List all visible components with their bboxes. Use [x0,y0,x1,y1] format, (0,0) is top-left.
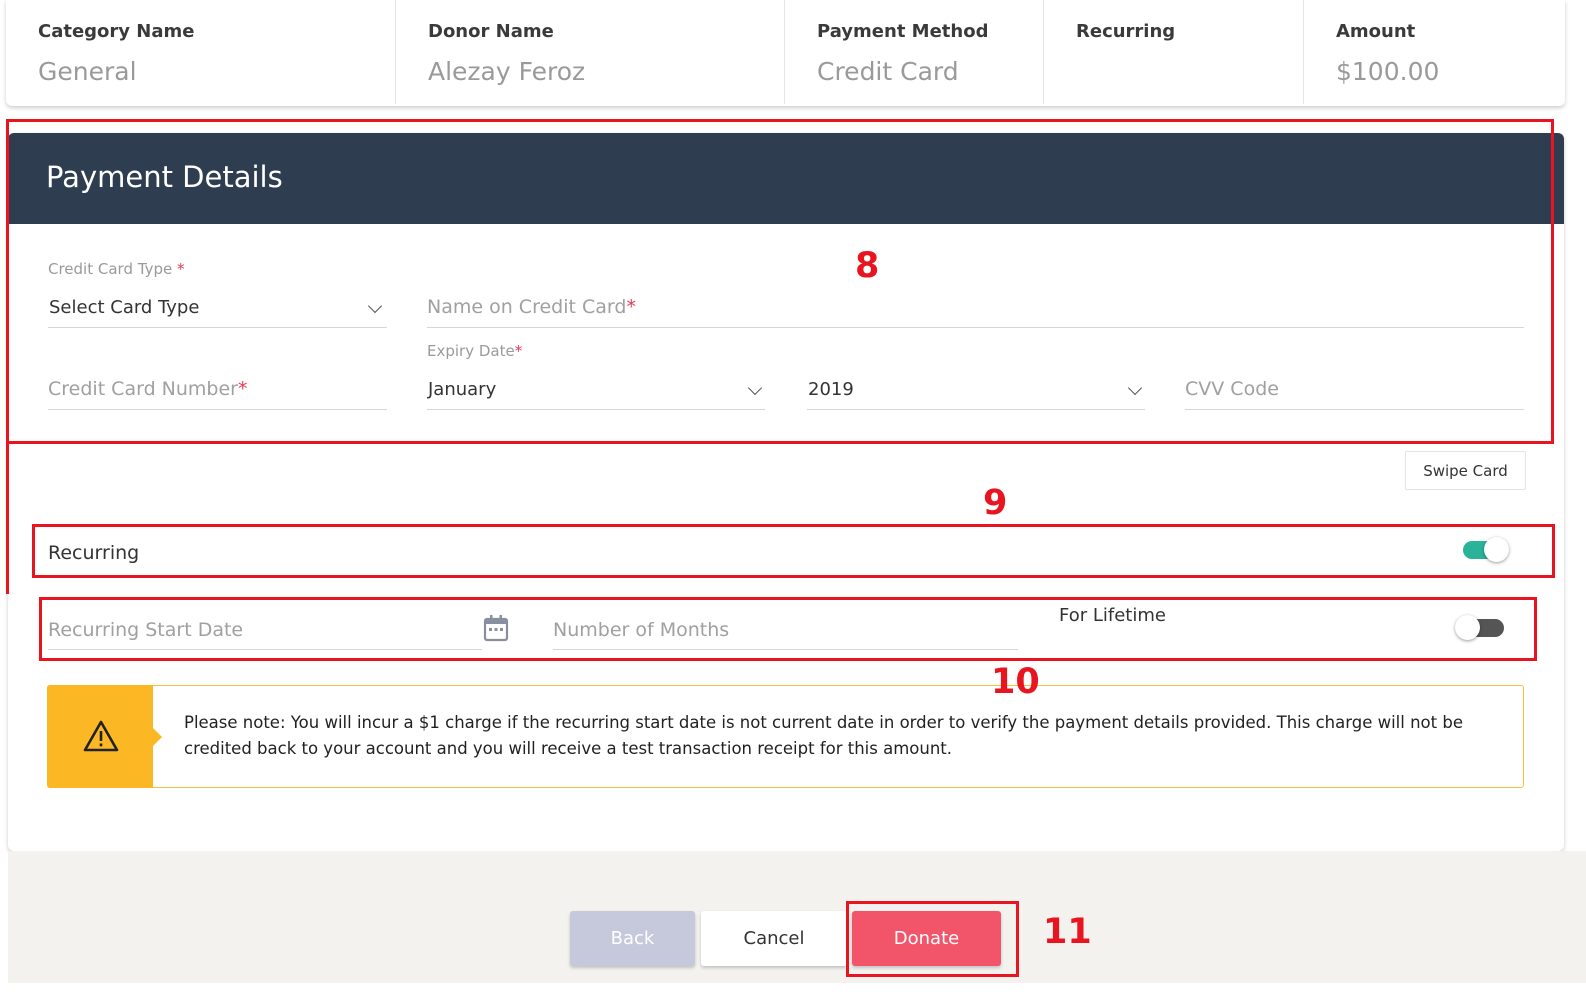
summary-payment-method: Payment Method Credit Card [784,0,1044,104]
annotation-number-8: 8 [855,246,880,286]
note-text: Please note: You will incur a $1 charge … [184,713,1463,758]
note-arrow [153,728,162,746]
annotation-number-11: 11 [1043,912,1092,952]
annotation-box-9 [32,524,1555,578]
back-button[interactable]: Back [570,911,695,966]
summary-category-value: General [38,57,137,86]
swipe-card-button[interactable]: Swipe Card [1405,451,1526,490]
summary-donor-value: Alezay Feroz [428,57,586,86]
annotation-number-10: 10 [991,662,1040,702]
summary-donor-label: Donor Name [428,21,554,42]
annotation-number-9: 9 [983,483,1008,523]
annotation-box-8 [6,119,1554,444]
summary-category: Category Name General [6,0,395,104]
note-icon-panel [47,685,153,788]
summary-amount: Amount $100.00 [1303,0,1566,104]
summary-recurring: Recurring [1043,0,1304,104]
summary-amount-value: $100.00 [1336,57,1440,86]
summary-payment-method-label: Payment Method [817,21,989,42]
summary-recurring-label: Recurring [1076,21,1176,42]
donation-summary-bar: Category Name General Donor Name Alezay … [6,0,1565,106]
annotation-box-11 [846,901,1019,977]
summary-donor: Donor Name Alezay Feroz [395,0,785,104]
summary-payment-method-value: Credit Card [817,57,959,86]
summary-amount-label: Amount [1336,21,1416,42]
annotation-line-left [6,440,9,594]
cancel-button[interactable]: Cancel [701,911,847,966]
annotation-box-10 [39,597,1537,661]
warning-icon [83,720,119,752]
summary-category-label: Category Name [38,21,195,42]
